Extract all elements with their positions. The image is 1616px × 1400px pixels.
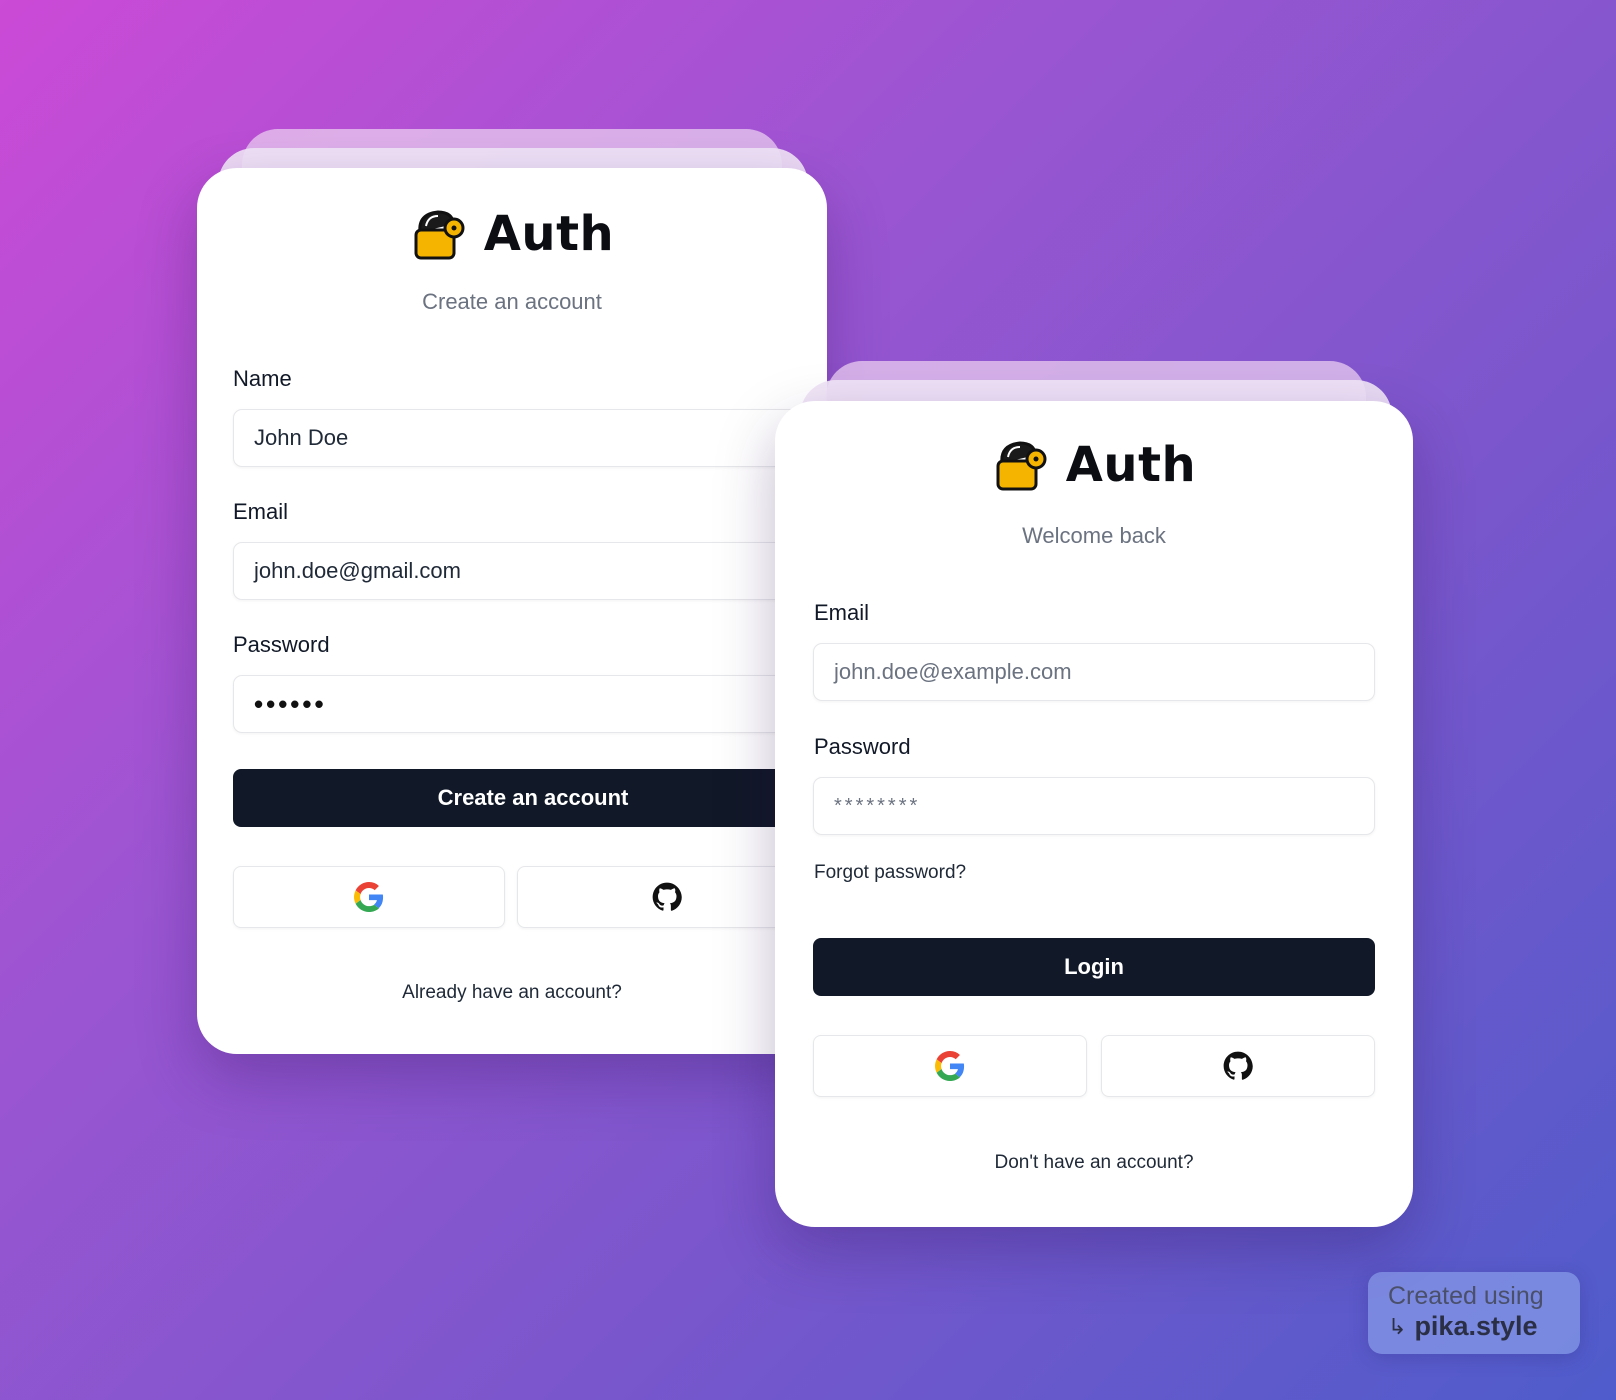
login-card: Auth Welcome back Email john.doe@example… bbox=[775, 401, 1413, 1227]
name-label: Name bbox=[233, 366, 292, 391]
watermark-line2-row: ↳ pika.style bbox=[1388, 1311, 1560, 1342]
signup-subtitle: Create an account bbox=[422, 289, 602, 314]
forgot-password-link[interactable]: Forgot password? bbox=[814, 862, 966, 884]
email-placeholder: john.doe@example.com bbox=[834, 659, 1072, 684]
google-icon bbox=[935, 1051, 965, 1081]
google-icon bbox=[354, 882, 384, 912]
name-field[interactable]: John Doe bbox=[233, 409, 827, 467]
already-have-account-link[interactable]: Already have an account? bbox=[197, 982, 827, 1004]
github-icon bbox=[652, 882, 682, 911]
brand-name: Auth bbox=[1065, 437, 1197, 493]
email-label: Email bbox=[814, 600, 870, 625]
email-field[interactable]: john.doe@gmail.com bbox=[233, 542, 827, 600]
signup-card: Auth Create an account Name John Doe Ema… bbox=[197, 168, 827, 1054]
lock-logo-icon bbox=[414, 210, 465, 260]
pika-watermark[interactable]: Created using ↳ pika.style bbox=[1368, 1272, 1580, 1354]
password-field[interactable]: ******** bbox=[813, 777, 1375, 835]
login-subtitle: Welcome back bbox=[1022, 523, 1166, 548]
email-field[interactable]: john.doe@example.com bbox=[813, 643, 1375, 701]
email-value: john.doe@gmail.com bbox=[254, 558, 461, 583]
github-icon bbox=[1223, 1051, 1253, 1080]
login-button[interactable]: Login bbox=[813, 938, 1375, 996]
watermark-line1: Created using bbox=[1388, 1282, 1544, 1310]
lock-logo-icon bbox=[996, 441, 1047, 491]
github-signin-button[interactable] bbox=[517, 866, 817, 928]
password-label: Password bbox=[233, 632, 330, 657]
email-label: Email bbox=[233, 499, 289, 524]
password-label: Password bbox=[814, 734, 911, 759]
password-placeholder: ******** bbox=[834, 794, 921, 817]
brand-name: Auth bbox=[483, 206, 615, 262]
login-brand: Auth bbox=[775, 437, 1413, 493]
watermark-line2: pika.style bbox=[1414, 1311, 1538, 1341]
google-signin-button[interactable] bbox=[233, 866, 505, 928]
signup-brand: Auth bbox=[197, 206, 827, 262]
github-signin-button[interactable] bbox=[1101, 1035, 1375, 1097]
arrow-return-icon: ↳ bbox=[1388, 1313, 1407, 1339]
dont-have-account-link[interactable]: Don't have an account? bbox=[775, 1152, 1413, 1174]
password-value: •••••• bbox=[254, 688, 327, 719]
password-field[interactable]: •••••• bbox=[233, 675, 827, 733]
name-value: John Doe bbox=[254, 425, 349, 450]
create-account-button[interactable]: Create an account bbox=[233, 769, 827, 827]
google-signin-button[interactable] bbox=[813, 1035, 1087, 1097]
